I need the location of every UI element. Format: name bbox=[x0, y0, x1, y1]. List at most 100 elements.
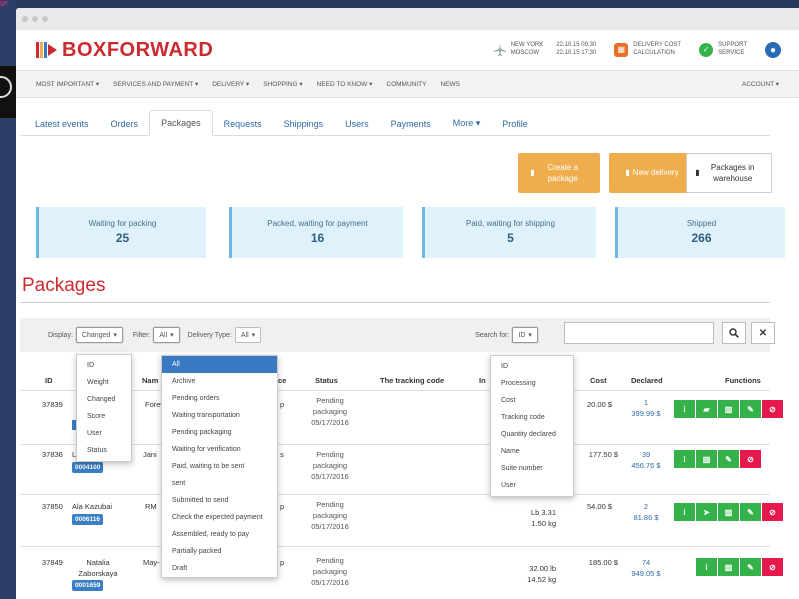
row-name[interactable]: Natalia Zaborskaya bbox=[72, 558, 124, 580]
display-option[interactable]: ID bbox=[77, 357, 131, 374]
search-field-option[interactable]: Cost bbox=[491, 392, 573, 409]
display-option[interactable]: Changed bbox=[77, 391, 131, 408]
stat-waiting-shipping[interactable]: Paid, waiting for shipping 5 bbox=[422, 207, 596, 258]
filter-option[interactable]: Waiting transportation bbox=[162, 407, 277, 424]
mainnav-item[interactable]: SHOPPING ▾ bbox=[263, 80, 302, 88]
tab-packages[interactable]: Packages bbox=[149, 110, 213, 136]
info-icon[interactable]: i bbox=[674, 400, 695, 418]
send-icon[interactable]: ➤ bbox=[696, 503, 717, 521]
search-field-option[interactable]: Processing bbox=[491, 375, 573, 392]
pencil-icon[interactable]: ✎ bbox=[718, 450, 739, 468]
row-declared[interactable]: 39 456.76 $ bbox=[625, 450, 667, 472]
filter-option[interactable]: sent bbox=[162, 475, 277, 492]
mainnav-item[interactable]: COMMUNITY bbox=[386, 81, 426, 88]
col-in[interactable]: In bbox=[479, 376, 486, 385]
tab-orders[interactable]: Orders bbox=[100, 112, 150, 136]
row-declared[interactable]: 74 949.05 $ bbox=[625, 558, 667, 580]
account-menu[interactable]: ACCOUNT ▾ bbox=[742, 80, 779, 88]
stat-shipped[interactable]: Shipped 266 bbox=[615, 207, 785, 258]
search-field-option[interactable]: Tracking code bbox=[491, 409, 573, 426]
col-ce[interactable]: ce bbox=[278, 376, 286, 385]
barcode-icon[interactable]: ▥ bbox=[718, 400, 739, 418]
col-declared[interactable]: Declared bbox=[631, 376, 663, 385]
delivery-type-select[interactable]: All ▾ bbox=[234, 327, 262, 343]
row-name[interactable]: Jani bbox=[143, 450, 157, 461]
filter-option[interactable]: Paid, waiting to be sent bbox=[162, 458, 277, 475]
filter-option[interactable]: Partially packed bbox=[162, 543, 277, 560]
window-dot-icon[interactable] bbox=[32, 16, 38, 22]
delivery-calculator-link[interactable]: ▦ DELIVERY COST CALCULATION bbox=[614, 42, 681, 58]
row-name[interactable]: Ala Kazubai bbox=[72, 502, 112, 513]
window-dot-icon[interactable] bbox=[22, 16, 28, 22]
row-declared[interactable]: 1 399.99 $ bbox=[625, 398, 667, 420]
search-field-select[interactable]: ID ▾ bbox=[512, 327, 538, 343]
mainnav-item[interactable]: DELIVERY ▾ bbox=[212, 80, 249, 88]
tab-more[interactable]: More ▾ bbox=[442, 111, 492, 136]
user-avatar-icon[interactable]: ● bbox=[765, 42, 781, 58]
row-badge[interactable]: 0006116 bbox=[72, 514, 103, 526]
row-declared[interactable]: 2 81.86 $ bbox=[625, 502, 667, 524]
info-icon[interactable]: i bbox=[696, 558, 717, 576]
col-cost[interactable]: Cost bbox=[590, 376, 607, 385]
filter-option[interactable]: Waiting for verification bbox=[162, 441, 277, 458]
tab-profile[interactable]: Profile bbox=[491, 112, 539, 136]
pencil-icon[interactable]: ✎ bbox=[740, 503, 761, 521]
filter-option[interactable]: Pending packaging bbox=[162, 424, 277, 441]
col-id[interactable]: ID bbox=[45, 376, 53, 385]
search-button[interactable] bbox=[722, 322, 746, 344]
display-option[interactable]: User bbox=[77, 425, 131, 442]
search-field-option[interactable]: Quantity declared bbox=[491, 426, 573, 443]
mainnav-item[interactable]: SERVICES AND PAYMENT ▾ bbox=[113, 80, 198, 88]
col-name[interactable]: Nam bbox=[142, 376, 158, 385]
filter-option[interactable]: Submitted to send bbox=[162, 492, 277, 509]
filter-option[interactable]: All bbox=[162, 356, 277, 373]
filter-option[interactable]: Draft bbox=[162, 560, 277, 577]
filter-option[interactable]: Pending orders bbox=[162, 390, 277, 407]
window-dot-icon[interactable] bbox=[42, 16, 48, 22]
tab-requests[interactable]: Requests bbox=[213, 112, 273, 136]
col-status[interactable]: Status bbox=[315, 376, 338, 385]
stat-waiting-payment[interactable]: Packed, waiting for payment 16 bbox=[229, 207, 403, 258]
packages-in-warehouse-button[interactable]: ▮ Packages in warehouse bbox=[686, 153, 772, 193]
display-select[interactable]: Changed ▾ bbox=[75, 327, 123, 343]
pencil-icon[interactable]: ✎ bbox=[740, 558, 761, 576]
info-icon[interactable]: i bbox=[674, 503, 695, 521]
search-field-option[interactable]: ID bbox=[491, 358, 573, 375]
truck-icon[interactable]: ▰ bbox=[696, 400, 717, 418]
mainnav-item[interactable]: MOST IMPORTANT ▾ bbox=[36, 80, 99, 88]
info-icon[interactable]: i bbox=[674, 450, 695, 468]
display-option[interactable]: Score bbox=[77, 408, 131, 425]
filter-select[interactable]: All ▾ bbox=[153, 327, 180, 343]
cancel-icon[interactable]: ⊘ bbox=[762, 558, 783, 576]
create-package-button[interactable]: ▮ Create a package bbox=[518, 153, 600, 193]
display-option[interactable]: Weight bbox=[77, 374, 131, 391]
filter-option[interactable]: Check the expected payment bbox=[162, 509, 277, 526]
search-input[interactable] bbox=[564, 322, 714, 344]
stat-waiting-packing[interactable]: Waiting for packing 25 bbox=[36, 207, 206, 258]
barcode-icon[interactable]: ▥ bbox=[718, 503, 739, 521]
tab-shippings[interactable]: Shippings bbox=[273, 112, 335, 136]
row-badge[interactable]: 0004100 bbox=[72, 462, 104, 474]
cancel-icon[interactable]: ⊘ bbox=[762, 400, 783, 418]
mainnav-item[interactable]: NEWS bbox=[440, 81, 460, 88]
tab-payments[interactable]: Payments bbox=[380, 112, 442, 136]
barcode-icon[interactable]: ▥ bbox=[696, 450, 717, 468]
filter-option[interactable]: Archive bbox=[162, 373, 277, 390]
cancel-icon[interactable]: ⊘ bbox=[740, 450, 761, 468]
new-delivery-button[interactable]: ▮ New delivery bbox=[609, 153, 695, 193]
mainnav-item[interactable]: NEED TO KNOW ▾ bbox=[317, 80, 373, 88]
display-option[interactable]: Status bbox=[77, 442, 131, 459]
filter-option[interactable]: Assembled, ready to pay bbox=[162, 526, 277, 543]
search-field-option[interactable]: Name bbox=[491, 443, 573, 460]
tab-latest-events[interactable]: Latest events bbox=[24, 112, 100, 136]
search-field-option[interactable]: User bbox=[491, 477, 573, 494]
row-badge[interactable]: 0001659 bbox=[72, 580, 104, 592]
clear-search-button[interactable]: ✕ bbox=[751, 322, 775, 344]
tab-users[interactable]: Users bbox=[334, 112, 380, 136]
support-link[interactable]: ✓ SUPPORT SERVICE bbox=[699, 42, 747, 58]
cancel-icon[interactable]: ⊘ bbox=[762, 503, 783, 521]
col-tracking[interactable]: The tracking code bbox=[380, 376, 444, 385]
pencil-icon[interactable]: ✎ bbox=[740, 400, 761, 418]
search-field-option[interactable]: Suite number bbox=[491, 460, 573, 477]
barcode-icon[interactable]: ▥ bbox=[718, 558, 739, 576]
